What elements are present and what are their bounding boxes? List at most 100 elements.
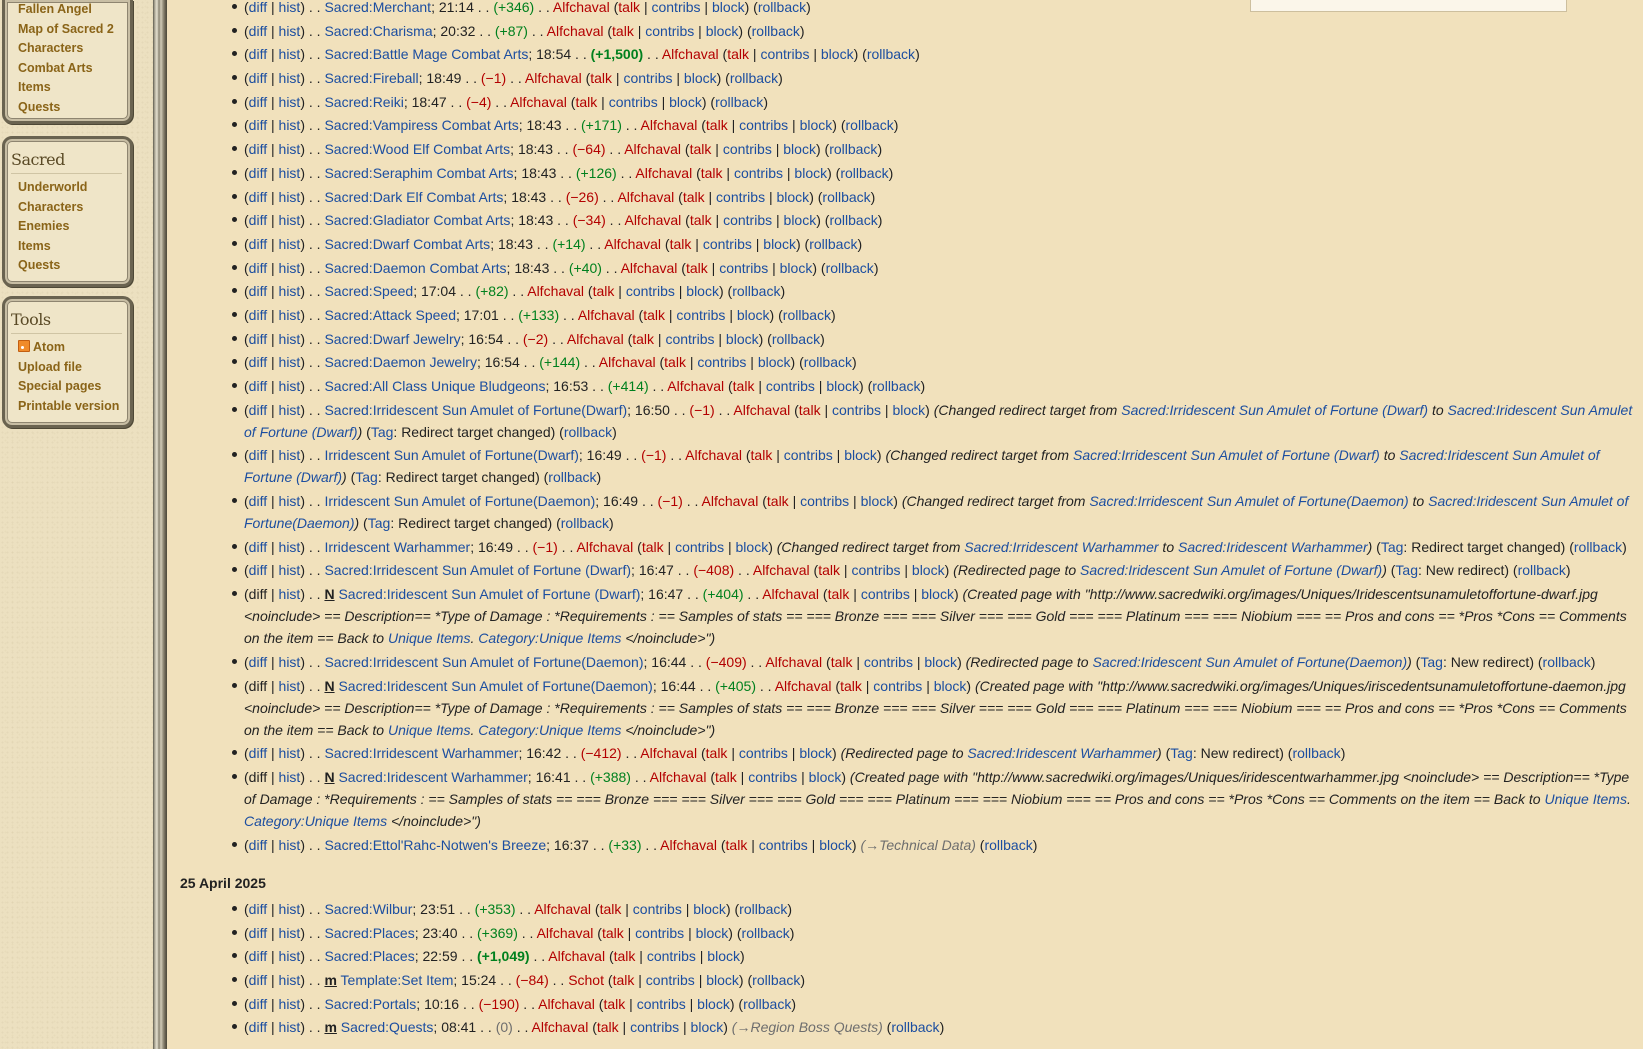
- hist-link[interactable]: hist: [279, 141, 301, 157]
- hist-link[interactable]: hist: [279, 837, 301, 853]
- talk-link[interactable]: talk: [603, 996, 625, 1012]
- contribs-link[interactable]: contribs: [784, 447, 833, 463]
- hist-link[interactable]: hist: [279, 402, 301, 418]
- contribs-link[interactable]: contribs: [697, 354, 746, 370]
- user-link[interactable]: Alfchaval: [532, 1019, 589, 1035]
- block-link[interactable]: block: [736, 539, 769, 555]
- talk-link[interactable]: talk: [706, 117, 728, 133]
- user-link[interactable]: Alfchaval: [578, 307, 635, 323]
- talk-link[interactable]: talk: [597, 1019, 619, 1035]
- rollback-link[interactable]: rollback: [548, 469, 596, 485]
- block-link[interactable]: block: [726, 331, 759, 347]
- talk-link[interactable]: talk: [799, 402, 821, 418]
- block-link[interactable]: block: [763, 236, 796, 252]
- contribs-link[interactable]: contribs: [645, 23, 694, 39]
- contribs-link[interactable]: contribs: [723, 141, 772, 157]
- sidebar-tools-item[interactable]: Printable version: [18, 397, 130, 417]
- block-link[interactable]: block: [696, 925, 729, 941]
- page-link[interactable]: Sacred:All Class Unique Bludgeons: [324, 378, 545, 394]
- user-link[interactable]: Alfchaval: [702, 493, 759, 509]
- rollback-link[interactable]: rollback: [804, 354, 852, 370]
- diff-link[interactable]: diff: [249, 189, 267, 205]
- block-link[interactable]: block: [707, 948, 740, 964]
- sidebar-item[interactable]: Map of Sacred 2: [18, 20, 130, 40]
- page-link[interactable]: Sacred:Ettol'Rahc-Notwen's Breeze: [324, 837, 546, 853]
- contribs-link[interactable]: contribs: [635, 925, 684, 941]
- block-link[interactable]: block: [861, 493, 894, 509]
- talk-link[interactable]: talk: [690, 212, 712, 228]
- tag-link[interactable]: Tag: [355, 469, 378, 485]
- hist-link[interactable]: hist: [279, 447, 301, 463]
- rollback-link[interactable]: rollback: [1574, 539, 1622, 555]
- page-link[interactable]: Sacred:Iridescent Sun Amulet of Fortune(…: [338, 678, 652, 694]
- hist-link[interactable]: hist: [279, 212, 301, 228]
- contribs-link[interactable]: contribs: [623, 70, 672, 86]
- page-link[interactable]: Sacred:Speed: [324, 283, 413, 299]
- talk-link[interactable]: talk: [727, 46, 749, 62]
- talk-link[interactable]: talk: [643, 307, 665, 323]
- page-link[interactable]: Sacred:Irridescent Sun Amulet of Fortune…: [324, 402, 627, 418]
- talk-link[interactable]: talk: [600, 901, 622, 917]
- talk-link[interactable]: talk: [840, 678, 862, 694]
- page-link[interactable]: Sacred:Merchant: [324, 0, 431, 15]
- hist-link[interactable]: hist: [279, 1019, 301, 1035]
- sidebar-item[interactable]: Combat Arts: [18, 59, 130, 79]
- talk-link[interactable]: talk: [690, 141, 712, 157]
- user-link[interactable]: Alfchaval: [650, 769, 707, 785]
- contribs-link[interactable]: contribs: [646, 972, 695, 988]
- page-link[interactable]: Sacred:Portals: [324, 996, 416, 1012]
- diff-link[interactable]: diff: [249, 402, 267, 418]
- rollback-link[interactable]: rollback: [772, 331, 820, 347]
- page-link[interactable]: Sacred:Reiki: [324, 94, 403, 110]
- page-link[interactable]: Sacred:Dwarf Combat Arts: [324, 236, 490, 252]
- contribs-link[interactable]: contribs: [766, 378, 815, 394]
- rollback-link[interactable]: rollback: [872, 378, 920, 394]
- hist-link[interactable]: hist: [279, 925, 301, 941]
- user-link[interactable]: Alfchaval: [547, 23, 604, 39]
- user-link[interactable]: Alfchaval: [576, 539, 633, 555]
- hist-link[interactable]: hist: [279, 562, 301, 578]
- page-link[interactable]: Sacred:Irridescent Sun Amulet of Fortune…: [324, 654, 643, 670]
- diff-link[interactable]: diff: [249, 447, 267, 463]
- rollback-link[interactable]: rollback: [752, 23, 800, 39]
- sidebar-sacred-item[interactable]: Quests: [18, 256, 130, 276]
- user-link[interactable]: Alfchaval: [527, 283, 584, 299]
- hist-link[interactable]: hist: [279, 307, 301, 323]
- hist-link[interactable]: hist: [279, 769, 301, 785]
- contribs-link[interactable]: contribs: [651, 0, 700, 15]
- page-link[interactable]: Sacred:Charisma: [324, 23, 432, 39]
- user-link[interactable]: Alfchaval: [667, 378, 724, 394]
- block-link[interactable]: block: [912, 562, 945, 578]
- diff-link[interactable]: diff: [249, 117, 267, 133]
- tag-link[interactable]: Tag: [1170, 745, 1193, 761]
- page-link[interactable]: Template:Set Item: [341, 972, 454, 988]
- talk-link[interactable]: talk: [818, 562, 840, 578]
- diff-link[interactable]: diff: [249, 46, 267, 62]
- sidebar-item[interactable]: Items: [18, 78, 130, 98]
- page-link[interactable]: Sacred:Irridescent Sun Amulet of Fortune…: [324, 562, 631, 578]
- summary-link[interactable]: Category:Unique Items: [478, 630, 621, 646]
- block-link[interactable]: block: [784, 212, 817, 228]
- user-link[interactable]: Alfchaval: [624, 212, 681, 228]
- contribs-link[interactable]: contribs: [703, 236, 752, 252]
- contribs-link[interactable]: contribs: [734, 165, 783, 181]
- talk-link[interactable]: talk: [733, 378, 755, 394]
- rollback-link[interactable]: rollback: [891, 1019, 939, 1035]
- sidebar-tools-item[interactable]: Special pages: [18, 377, 130, 397]
- tag-link[interactable]: Tag: [371, 424, 394, 440]
- summary-link[interactable]: Sacred:Irridescent Sun Amulet of Fortune…: [1121, 402, 1428, 418]
- sidebar-item[interactable]: Characters: [18, 39, 130, 59]
- user-link[interactable]: Alfchaval: [660, 837, 717, 853]
- page-link[interactable]: Sacred:Dark Elf Combat Arts: [324, 189, 503, 205]
- diff-link[interactable]: diff: [249, 378, 267, 394]
- talk-link[interactable]: talk: [618, 0, 640, 15]
- diff-link[interactable]: diff: [249, 562, 267, 578]
- block-link[interactable]: block: [921, 586, 954, 602]
- diff-link[interactable]: diff: [249, 1019, 267, 1035]
- rollback-link[interactable]: rollback: [561, 515, 609, 531]
- contribs-link[interactable]: contribs: [637, 996, 686, 1012]
- talk-link[interactable]: talk: [828, 586, 850, 602]
- talk-link[interactable]: talk: [614, 948, 636, 964]
- user-link[interactable]: Alfchaval: [753, 562, 810, 578]
- hist-link[interactable]: hist: [279, 678, 301, 694]
